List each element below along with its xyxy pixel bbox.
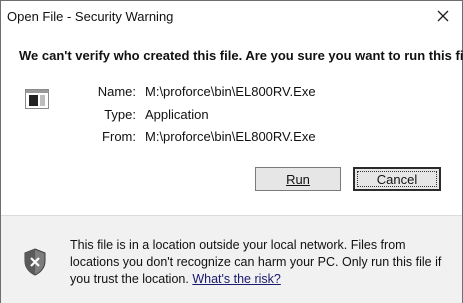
security-shield-warning-icon [24,248,46,276]
warning-headline: We can't verify who created this file. A… [19,48,463,63]
name-value: M:\proforce\bin\EL800RV.Exe [145,84,316,99]
from-value: M:\proforce\bin\EL800RV.Exe [145,129,316,144]
footer-message: This file is in a location outside your … [70,237,450,288]
whats-the-risk-link[interactable]: What's the risk? [192,272,281,286]
from-label: From: [102,129,136,144]
window-title: Open File - Security Warning [7,9,174,24]
type-value: Application [145,107,209,122]
security-warning-dialog: Open File - Security Warning We can't ve… [0,0,463,303]
type-label: Type: [104,107,136,122]
run-button-label: Run [286,171,310,187]
close-icon [437,10,449,22]
run-button[interactable]: Run [255,167,341,191]
footer-panel: This file is in a location outside your … [1,215,462,303]
name-label: Name: [97,84,136,99]
close-button[interactable] [430,5,456,27]
cancel-button[interactable]: Cancel [353,167,441,191]
focus-ring [357,171,437,187]
application-file-icon [25,89,49,109]
title-bar: Open File - Security Warning [1,1,462,31]
